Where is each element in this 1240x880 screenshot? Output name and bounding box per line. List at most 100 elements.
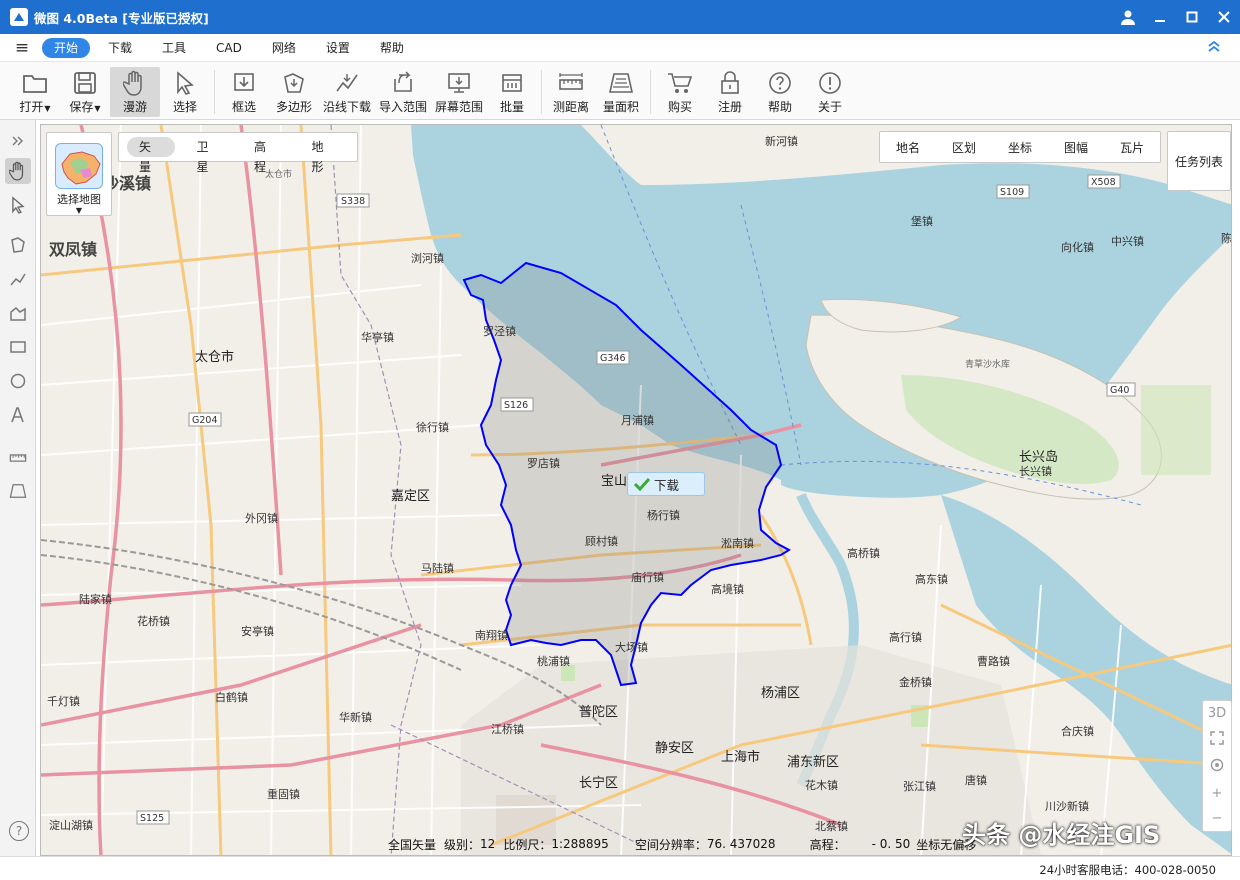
pan-button[interactable]: 漫游	[110, 67, 160, 117]
measure-distance-button[interactable]: 测距离	[546, 67, 596, 117]
lock-icon	[715, 69, 745, 96]
menu-download[interactable]: 下载	[96, 38, 144, 58]
menu-start[interactable]: 开始	[42, 37, 91, 58]
status-resolution: 76. 437028	[706, 837, 776, 851]
map-type-vector[interactable]: 矢量	[127, 137, 175, 174]
china-map-icon	[55, 143, 103, 189]
maximize-button[interactable]	[1176, 0, 1208, 34]
select-button[interactable]: 选择	[160, 67, 210, 117]
place-label: 金桥镇	[899, 675, 932, 689]
road-shield-s126: S126	[504, 400, 528, 411]
place-label: 川沙新镇	[1045, 799, 1089, 813]
draw-polygon-icon[interactable]	[5, 232, 31, 258]
dropdown-arrow-icon: ▼	[75, 206, 83, 215]
register-button[interactable]: 注册	[705, 67, 755, 117]
draw-rect-icon[interactable]	[5, 334, 31, 360]
select-tool-icon[interactable]	[5, 192, 31, 218]
zoom-out-icon[interactable]: −	[1212, 811, 1223, 826]
rect-select-button[interactable]: 框选	[219, 67, 269, 117]
measure-area-label: 量面积	[603, 100, 640, 114]
question-icon	[765, 69, 795, 96]
place-label: 张江镇	[903, 779, 936, 793]
road-shield-g40: G40	[1110, 385, 1129, 396]
status-resolution-label: 空间分辨率：	[634, 837, 707, 852]
layer-admin-divisions[interactable]: 区划	[952, 139, 976, 156]
save-button[interactable]: 保存▼	[60, 67, 110, 117]
draw-circle-icon[interactable]	[5, 368, 31, 394]
place-label: 庙行镇	[631, 570, 664, 584]
map-type-satellite[interactable]: 卫星	[185, 137, 233, 174]
layer-coordinates[interactable]: 坐标	[1008, 139, 1032, 156]
map-type-elevation[interactable]: 高程	[242, 137, 290, 174]
place-label: 淞南镇	[721, 536, 754, 550]
layer-map-sheets[interactable]: 图幅	[1064, 139, 1088, 156]
menu-settings[interactable]: 设置	[314, 38, 362, 58]
place-label: 高行镇	[889, 630, 922, 644]
locate-icon[interactable]	[1210, 758, 1224, 776]
fullscreen-icon[interactable]	[1210, 730, 1224, 749]
layer-place-names[interactable]: 地名	[896, 139, 920, 156]
place-label: 罗泾镇	[483, 324, 516, 338]
help-button[interactable]: 帮助	[755, 67, 805, 117]
open-button[interactable]: 打开▼	[10, 67, 60, 117]
buy-button[interactable]: 购买	[655, 67, 705, 117]
toolbar-separator	[650, 70, 652, 114]
menu-network[interactable]: 网络	[260, 38, 308, 58]
about-button[interactable]: 关于	[805, 67, 855, 117]
place-label: 高境镇	[711, 582, 744, 596]
minimize-button[interactable]	[1144, 0, 1176, 34]
left-tool-panel	[0, 120, 36, 856]
view-3d-button[interactable]: 3D	[1208, 706, 1226, 721]
select-map-panel[interactable]: 选择地图 ▼	[46, 132, 112, 216]
pan-tool-icon[interactable]	[5, 158, 31, 184]
download-badge[interactable]: 下载	[627, 472, 705, 496]
status-scale-label: 比例尺：	[503, 837, 552, 852]
place-label: 白鹤镇	[215, 690, 248, 704]
place-label: 长兴镇	[1019, 464, 1052, 478]
ruler-icon	[556, 69, 586, 96]
pan-label: 漫游	[122, 100, 147, 114]
user-icon[interactable]	[1112, 0, 1144, 34]
close-button[interactable]	[1208, 0, 1240, 34]
wetland	[1141, 385, 1211, 475]
polygon-button[interactable]: 多边形	[269, 67, 319, 117]
line-download-button[interactable]: 沿线下载	[319, 67, 375, 117]
map-type-terrain[interactable]: 地形	[300, 137, 348, 174]
expand-panel-icon[interactable]	[5, 128, 31, 154]
zoom-in-icon[interactable]: +	[1212, 786, 1223, 801]
menu-cad[interactable]: CAD	[204, 38, 254, 58]
layer-tiles[interactable]: 瓦片	[1120, 139, 1144, 156]
place-label: 桃浦镇	[537, 654, 570, 668]
collapse-ribbon-icon[interactable]	[1202, 39, 1226, 57]
footer-bar: 24小时客服电话：400-028-0050	[0, 856, 1240, 880]
task-list-button[interactable]: 任务列表	[1167, 131, 1231, 191]
measure-area-button[interactable]: 量面积	[596, 67, 646, 117]
menu-help[interactable]: 帮助	[368, 38, 416, 58]
add-text-icon[interactable]	[5, 402, 31, 428]
draw-area-icon[interactable]	[5, 300, 31, 326]
support-phone: 24小时客服电话：400-028-0050	[1039, 863, 1216, 877]
place-label: 华亭镇	[361, 330, 394, 344]
import-range-button[interactable]: 导入范围	[375, 67, 431, 117]
help-circle-icon[interactable]: ?	[9, 821, 29, 841]
place-label: 中兴镇	[1111, 234, 1144, 248]
screen-range-button[interactable]: 屏幕范围	[431, 67, 487, 117]
ribbon-toolbar: 打开▼ 保存▼ 漫游 选择 框选 多边形 沿线下载 导入范围 屏幕范围 批量 测…	[0, 62, 1240, 120]
measure-ruler-icon[interactable]	[5, 444, 31, 470]
place-label: 堡镇	[911, 214, 933, 228]
place-label: 北蔡镇	[815, 819, 848, 833]
register-label: 注册	[718, 100, 743, 114]
batch-button[interactable]: 批量	[487, 67, 537, 117]
road-shield-s109: S109	[1000, 187, 1024, 198]
place-label: 浦东新区	[787, 754, 839, 770]
app-logo-icon	[10, 8, 28, 26]
watermark-text: 头条 @水经注GIS	[962, 821, 1161, 849]
batch-label: 批量	[500, 100, 525, 114]
draw-line-icon[interactable]	[5, 266, 31, 292]
hamburger-menu-icon[interactable]: ≡	[10, 38, 34, 58]
area-icon	[606, 69, 636, 96]
place-label: 南翔镇	[475, 628, 508, 642]
place-label: 上海市	[721, 749, 760, 765]
menu-tools[interactable]: 工具	[150, 38, 198, 58]
measure-area-tool-icon[interactable]	[5, 478, 31, 504]
